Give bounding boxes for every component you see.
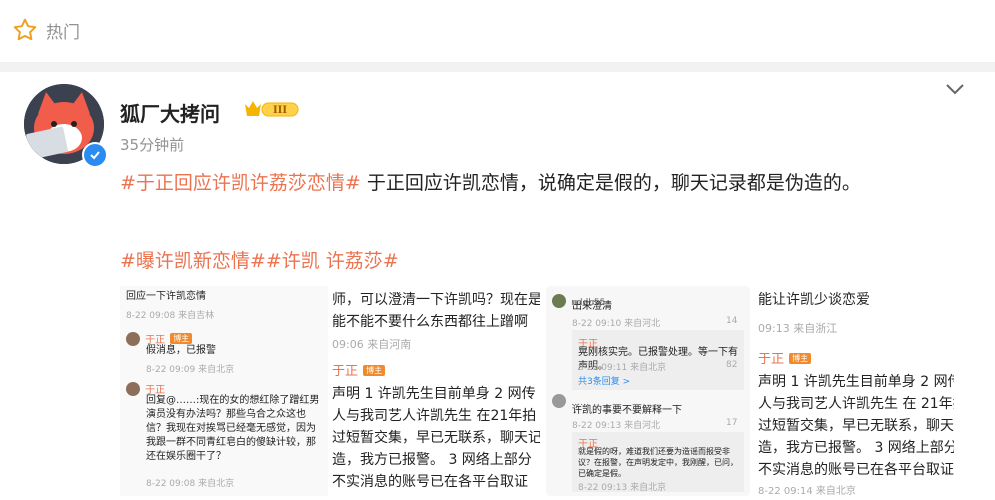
post-text: #于正回应许凯许荔莎恋情# 于正回应许凯恋情，说确定是假的，聊天记录都是伪造的。 xyxy=(120,168,861,195)
avatar xyxy=(552,393,566,408)
image-meta: 8-22 09:08 来自北京 xyxy=(146,479,235,489)
image-likes: 17 xyxy=(726,418,738,428)
image-text: 造，我方已报警。 3 网络上部分造 xyxy=(758,440,954,456)
image-badge: 博主 xyxy=(170,333,193,344)
avatar xyxy=(126,331,140,346)
post-image-2[interactable]: 师，可以澄清一下许凯吗？现在是 能不能不要什么东西都往上蹭啊 09:06 来自河… xyxy=(332,286,540,496)
image-text: 造，我方已报警。 3 网络上部分 xyxy=(332,452,532,468)
verified-icon xyxy=(82,142,108,168)
star-icon xyxy=(12,17,38,43)
username[interactable]: 狐厂大拷问 xyxy=(120,98,220,127)
avatar xyxy=(552,293,566,308)
image-meta: 8-22 09:13 来自河北 xyxy=(572,421,661,431)
image-likes: 82 xyxy=(726,360,738,370)
image-text: 不实消息的账号已在各平台取证 xyxy=(332,474,528,490)
more-replies-link: 共3条回复 > xyxy=(578,377,631,387)
image-text: 出来澄清 xyxy=(572,301,612,312)
image-text: 回应一下许凯恋情 xyxy=(126,291,206,302)
image-name: 于正 xyxy=(332,364,359,379)
image-meta: 8-22 09:11 来自北京 xyxy=(578,363,667,373)
image-meta: 09:06 来自河南 xyxy=(332,338,412,351)
hashtag-link[interactable]: #曝许凯新恋情##许凯 许荔莎# xyxy=(120,246,399,273)
post-time[interactable]: 35分钟前 xyxy=(120,134,184,155)
post-image-1[interactable]: 回应一下许凯恋情 8-22 09:08 来自吉林 于正 博主 假消息，已报警 8… xyxy=(120,286,328,496)
vip-badge[interactable]: III xyxy=(242,98,302,124)
image-text: 不实消息的账号已在各平台取证 xyxy=(758,462,954,478)
image-text: 就是假的呀，难道我们还要为造谣而报受非议？在报警，在声明发定中，我刚醒，已问，已… xyxy=(578,447,738,478)
chevron-down-icon[interactable] xyxy=(944,78,966,104)
image-text: 能不能不要什么东西都往上蹭啊 xyxy=(332,314,528,330)
image-badge: 博主 xyxy=(789,353,812,364)
section-divider xyxy=(0,62,995,72)
post-body: 于正回应许凯恋情，说确定是假的，聊天记录都是伪造的。 xyxy=(360,172,861,194)
image-text: 师，可以澄清一下许凯吗？现在是 xyxy=(332,292,540,308)
image-meta: 8-22 09:08 来自吉林 xyxy=(126,311,215,321)
image-text: 声明 1 许凯先生目前单身 2 网传造 xyxy=(758,374,954,390)
image-text: 回复@……:现在的女的想红除了蹭红男演员没有办法吗？那些乌合之众这也信？我现在对… xyxy=(146,395,320,462)
image-text: 声明 1 许凯先生目前单身 2 网传 xyxy=(332,386,536,402)
post-image-4[interactable]: 能让许凯少谈恋爱 09:13 来自浙江 于正 博主 声明 1 许凯先生目前单身 … xyxy=(754,286,954,496)
image-meta: 8-22 09:09 来自北京 xyxy=(146,365,235,375)
image-text: 许凯的事要不要解释一下 xyxy=(572,405,682,416)
image-likes: 14 xyxy=(726,316,738,326)
post-image-3[interactable]: nddb55 出来澄清 8-22 09:10 来自河北 14 于正 晃刚核实完。… xyxy=(546,286,750,496)
avatar xyxy=(126,381,140,396)
vip-level: III xyxy=(273,105,287,116)
image-meta: 8-22 09:10 来自河北 xyxy=(572,319,661,329)
image-name: 于正 xyxy=(758,352,785,367)
image-text: 假消息，已报警 xyxy=(146,345,216,356)
image-text: 能让许凯少谈恋爱 xyxy=(758,292,870,308)
hot-section-header: 热门 xyxy=(12,14,80,46)
image-text: 人与我司艺人许凯先生 在21年拍 xyxy=(332,408,537,424)
image-badge: 博主 xyxy=(363,365,386,376)
hashtag-link[interactable]: #于正回应许凯许荔莎恋情# xyxy=(120,172,361,194)
image-meta: 09:13 来自浙江 xyxy=(758,322,838,335)
image-meta: 8-22 09:14 来自北京 xyxy=(758,486,856,496)
section-label: 热门 xyxy=(46,22,80,43)
image-text: 过短暂交集，早已无联系，聊天记 xyxy=(332,430,540,446)
image-text: 人与我司艺人许凯先生 在 21年拍对 xyxy=(758,396,954,412)
image-meta: 8-22 09:13 来自北京 xyxy=(578,483,667,493)
image-text: 过短暂交集，早已无联系，聊天记录 xyxy=(758,418,954,434)
